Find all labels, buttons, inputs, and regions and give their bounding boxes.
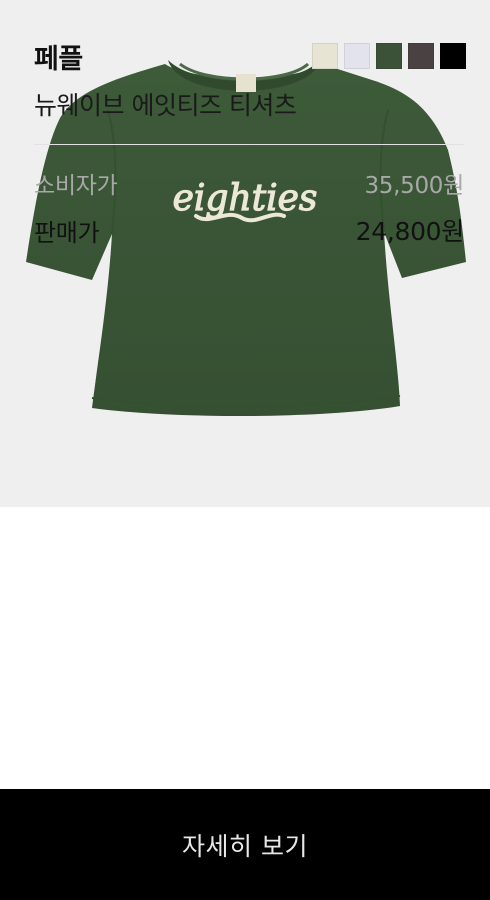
divider	[34, 144, 464, 145]
brand-row: 페플	[34, 36, 466, 76]
product-card[interactable]: eighties 페플 뉴웨이브 에잇티즈 티셔츠 소비자가 35,500원 판…	[0, 0, 490, 900]
color-swatches	[312, 43, 466, 69]
tshirt-image: eighties	[26, 60, 466, 417]
product-info	[0, 507, 490, 789]
retail-price-value: 35,500원	[364, 173, 464, 199]
retail-price-label: 소비자가	[34, 173, 118, 199]
sale-price-value: 24,800원	[355, 217, 465, 246]
color-swatch[interactable]	[344, 43, 370, 69]
color-swatch[interactable]	[408, 43, 434, 69]
view-details-button[interactable]: 자세히 보기	[0, 789, 490, 900]
brand-name[interactable]: 페플	[34, 37, 83, 76]
product-image[interactable]: eighties	[0, 0, 490, 507]
sale-price-row: 판매가 24,800원	[34, 212, 464, 248]
color-swatch[interactable]	[376, 43, 402, 69]
retail-price-row: 소비자가 35,500원	[34, 166, 464, 200]
color-swatch[interactable]	[312, 43, 338, 69]
product-name[interactable]: 뉴웨이브 에잇티즈 티셔츠	[34, 86, 297, 122]
color-swatch[interactable]	[440, 43, 466, 69]
sale-price-label: 판매가	[34, 218, 100, 247]
